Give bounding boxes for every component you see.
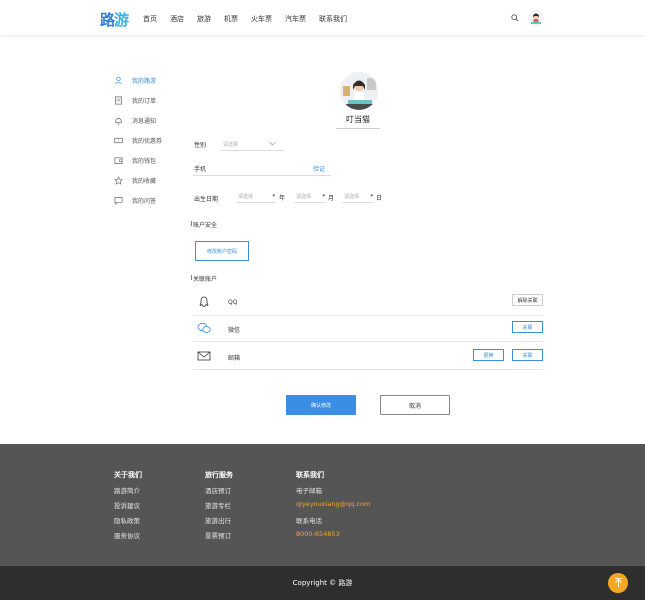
change-password-button[interactable]: 修改账户密码	[195, 241, 249, 261]
chat-icon	[114, 196, 123, 205]
gender-select-value: 请选择	[223, 142, 239, 148]
copyright-bar: Copyright © 路游	[0, 566, 645, 600]
cancel-button[interactable]: 取消	[380, 395, 450, 415]
phone-label: 手机	[194, 166, 207, 173]
sidebar-item-orders[interactable]: 我的订单	[114, 90, 184, 110]
gender-label: 性别	[194, 142, 207, 149]
account-name: QQ	[228, 299, 238, 306]
copyright-text: Copyright © 路游	[292, 579, 353, 587]
nav-travel[interactable]: 旅游	[197, 14, 211, 24]
top-header: 路游 首页 酒店 旅游 机票 火车票 汽车票 联系我们	[0, 0, 645, 36]
account-name: 微信	[228, 327, 241, 334]
mail-icon	[197, 351, 211, 361]
sidebar-item-wallet[interactable]: 我的钱包	[114, 150, 184, 170]
nav-home[interactable]: 首页	[143, 14, 157, 24]
nav-hotel[interactable]: 酒店	[170, 14, 184, 24]
gender-select[interactable]: 请选择	[220, 139, 284, 151]
wallet-icon	[114, 156, 123, 164]
sidebar-item-label: 我的问答	[132, 197, 157, 205]
sidebar-item-notifications[interactable]: 消息通知	[114, 110, 184, 130]
footer-link[interactable]: 投诉建议	[114, 500, 142, 510]
footer-link[interactable]: 服务协议	[114, 530, 142, 540]
sidebar-item-favorites[interactable]: 我的收藏	[114, 170, 184, 190]
change-email-button[interactable]: 更换	[473, 349, 504, 361]
coupon-icon	[114, 137, 123, 143]
sidebar-item-label: 我的订单	[132, 97, 157, 105]
footer-column-services: 旅行服务 酒店预订 旅游专栏 旅游出行 景票预订	[205, 470, 233, 545]
year-select-value: 请选择	[238, 194, 254, 200]
sidebar-item-label: 消息通知	[132, 117, 157, 125]
user-icon	[115, 76, 122, 84]
footer-column-contact: 联系我们 电子邮箱 qiyeyouxiang@qq.com 联系电话 8000-…	[296, 470, 370, 545]
link-wechat-button[interactable]: 关联	[512, 321, 543, 333]
day-select-value: 请选择	[344, 194, 360, 200]
security-section-title: 账户安全	[190, 221, 218, 229]
caret-down-icon: ▾	[370, 193, 373, 199]
year-unit: 年	[279, 195, 286, 202]
sidebar-item-label: 我的路游	[132, 77, 157, 85]
bell-icon	[115, 117, 122, 124]
sidebar-menu: 我的路游 我的订单 消息通知 我的优惠券 我的钱包 我的收藏 我的问答	[114, 70, 184, 210]
month-select[interactable]: 请选择 ▾	[294, 193, 326, 203]
user-nickname: 叮当猫	[336, 114, 380, 129]
sidebar-item-coupons[interactable]: 我的优惠券	[114, 130, 184, 150]
qq-icon	[199, 296, 209, 307]
sidebar-item-qa[interactable]: 我的问答	[114, 190, 184, 210]
month-select-value: 请选择	[296, 194, 312, 200]
phone-label: 联系电话	[296, 517, 322, 525]
logo-char-2: 游	[114, 11, 129, 29]
back-to-top-button[interactable]	[608, 573, 628, 593]
linked-account-row-email: 邮箱 更换 关联	[193, 342, 543, 370]
user-avatar[interactable]	[528, 10, 544, 26]
footer-link[interactable]: 酒店预订	[205, 485, 233, 495]
footer-link[interactable]: 旅游专栏	[205, 500, 233, 510]
email-label: 电子邮箱	[296, 487, 322, 495]
footer-link[interactable]: 景票预订	[205, 530, 233, 540]
month-unit: 月	[328, 195, 335, 202]
day-select[interactable]: 请选择 ▾	[342, 193, 374, 203]
order-icon	[114, 96, 123, 104]
verify-link[interactable]: 验证	[313, 164, 325, 173]
linked-account-row-wechat: 微信 关联	[193, 314, 543, 342]
linked-account-row-qq: QQ 解除关联	[193, 288, 543, 316]
day-unit: 日	[376, 195, 383, 202]
footer-link[interactable]: 隐私政策	[114, 515, 142, 525]
phone-value: 8000-654853	[296, 530, 340, 538]
logo-char-1: 路	[100, 11, 115, 29]
sidebar-item-my-luyou[interactable]: 我的路游	[114, 70, 184, 90]
phone-input[interactable]	[193, 175, 331, 176]
main-nav: 首页 酒店 旅游 机票 火车票 汽车票 联系我们	[143, 14, 360, 24]
sidebar-item-label: 我的优惠券	[132, 137, 163, 145]
logo[interactable]: 路游	[100, 9, 129, 30]
year-select[interactable]: 请选择 ▾	[236, 193, 276, 203]
footer-column-title: 关于我们	[114, 471, 142, 479]
footer-link[interactable]: 旅游出行	[205, 515, 233, 525]
linked-section-title: 关联账户	[190, 275, 218, 283]
search-icon[interactable]	[511, 14, 519, 22]
footer-column-title: 旅行服务	[205, 471, 233, 479]
chevron-down-icon	[269, 141, 276, 146]
caret-down-icon: ▾	[322, 193, 325, 199]
arrow-up-icon	[614, 578, 622, 587]
caret-down-icon: ▾	[272, 193, 275, 199]
link-email-button[interactable]: 关联	[512, 349, 543, 361]
birthday-label: 出生日期	[194, 196, 219, 203]
footer-column-title: 联系我们	[296, 471, 324, 479]
profile-avatar[interactable]	[340, 72, 378, 110]
footer-link[interactable]: 路游简介	[114, 485, 142, 495]
account-name: 邮箱	[228, 355, 241, 362]
unlink-qq-button[interactable]: 解除关联	[512, 294, 543, 306]
footer: 关于我们 路游简介 投诉建议 隐私政策 服务协议 旅行服务 酒店预订 旅游专栏 …	[0, 444, 645, 566]
wechat-icon	[197, 322, 211, 333]
email-value[interactable]: qiyeyouxiang@qq.com	[296, 500, 370, 508]
star-icon	[114, 175, 123, 185]
sidebar-item-label: 我的收藏	[132, 177, 157, 185]
nav-contact[interactable]: 联系我们	[319, 14, 347, 24]
sidebar-item-label: 我的钱包	[132, 157, 157, 165]
nav-flight[interactable]: 机票	[224, 14, 238, 24]
confirm-button[interactable]: 确认修改	[286, 395, 356, 415]
nav-train[interactable]: 火车票	[251, 14, 272, 24]
nav-bus[interactable]: 汽车票	[285, 14, 306, 24]
footer-column-about: 关于我们 路游简介 投诉建议 隐私政策 服务协议	[114, 470, 142, 545]
